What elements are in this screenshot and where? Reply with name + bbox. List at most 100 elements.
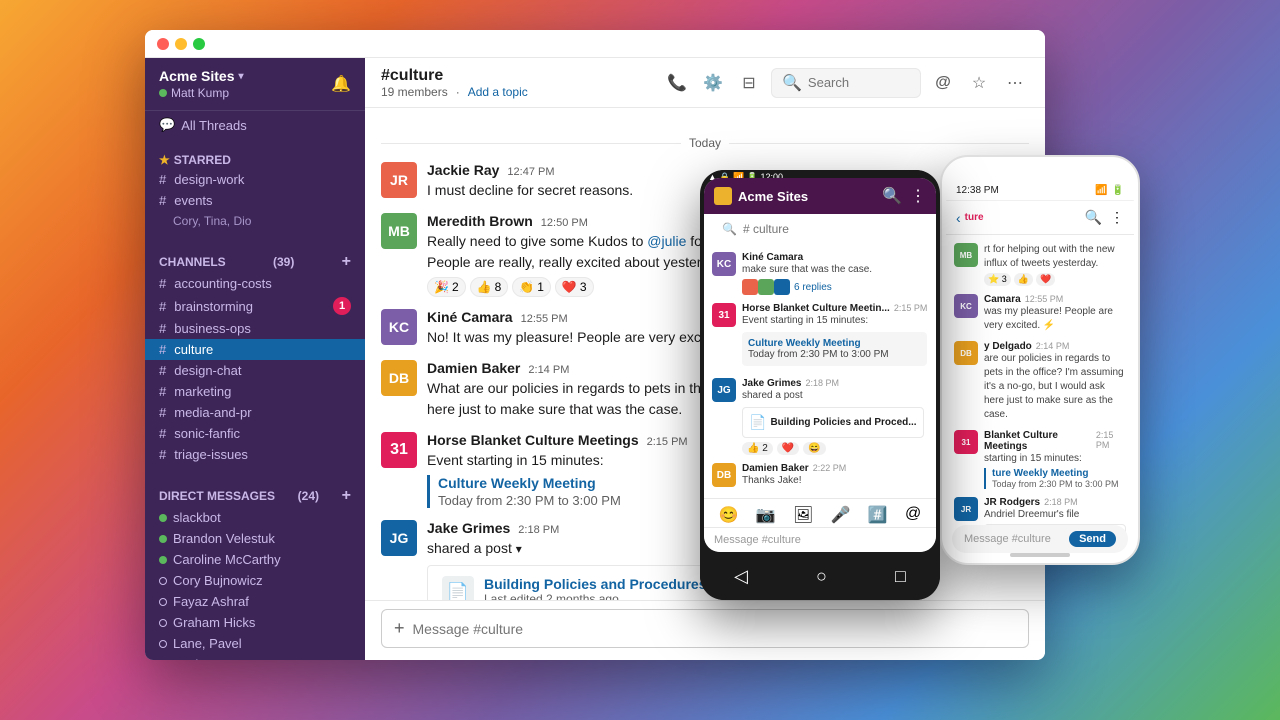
- mention-link[interactable]: @julie: [647, 233, 686, 249]
- android-reaction-heart[interactable]: ❤️: [777, 442, 799, 455]
- sidebar-item-accounting-costs[interactable]: # accounting-costs: [145, 273, 365, 294]
- android-time: 2:15 PM: [894, 303, 928, 313]
- mic-icon[interactable]: 🎤: [831, 505, 851, 525]
- attach-icon[interactable]: +: [394, 618, 405, 639]
- ios-app-header: ‹ ture 🔍 ⋮: [946, 201, 1134, 235]
- add-topic-button[interactable]: Add a topic: [468, 85, 528, 99]
- dm-fayaz[interactable]: Fayaz Ashraf: [145, 591, 365, 612]
- ios-msg-text: rt for helping out with the new influx o…: [984, 243, 1126, 271]
- dm-lane[interactable]: Lane, Pavel: [145, 633, 365, 654]
- reaction-thumbs[interactable]: 👍 8: [470, 277, 509, 297]
- ios-reaction[interactable]: ❤️: [1036, 273, 1055, 286]
- sidebar-item-sonic-fanfic[interactable]: # sonic-fanfic: [145, 423, 365, 444]
- camera-icon[interactable]: 📷: [756, 505, 776, 525]
- ios-reaction[interactable]: ⭐ 3: [984, 273, 1011, 286]
- mention-icon[interactable]: #️⃣: [868, 505, 888, 525]
- hash-icon: #: [159, 172, 166, 187]
- at-icon[interactable]: @: [929, 69, 957, 97]
- member-count[interactable]: 19 members: [381, 85, 448, 99]
- message-input-box[interactable]: +: [381, 609, 1029, 648]
- android-search-icon[interactable]: 🔍: [882, 186, 902, 206]
- sidebar-item-business-ops[interactable]: # business-ops: [145, 318, 365, 339]
- ios-input-bar[interactable]: Message #culture Send: [952, 525, 1128, 553]
- ios-more-icon[interactable]: ⋮: [1110, 209, 1124, 226]
- sidebar-item-culture[interactable]: # culture: [145, 339, 365, 360]
- starred-section-header[interactable]: ★ STARRED: [145, 147, 365, 169]
- sidebar-item-marketing[interactable]: # marketing: [145, 381, 365, 402]
- hash-icon: #: [159, 405, 166, 420]
- reaction-heart[interactable]: ❤️ 3: [555, 277, 594, 297]
- dm-name: Fayaz Ashraf: [173, 594, 249, 609]
- android-home-icon[interactable]: ○: [816, 566, 827, 587]
- search-input[interactable]: [808, 75, 910, 90]
- dm-cory[interactable]: Cory Bujnowicz: [145, 570, 365, 591]
- android-back-icon[interactable]: ◁: [734, 566, 748, 587]
- dm-caroline[interactable]: Caroline McCarthy: [145, 549, 365, 570]
- phone-icon[interactable]: 📞: [663, 69, 691, 97]
- reply-count[interactable]: 6 replies: [794, 282, 832, 293]
- android-input-placeholder: Message #culture: [714, 534, 801, 546]
- dm-mari[interactable]: Mari Ju: [145, 654, 365, 660]
- android-reaction-thumbs[interactable]: 👍 2: [742, 442, 773, 455]
- android-msg-text: Thanks Jake!: [742, 474, 846, 488]
- message-input[interactable]: [413, 621, 1016, 637]
- ios-avatar-blanket: 31: [954, 430, 978, 454]
- android-input-bar: Message #culture: [704, 527, 936, 552]
- sidebar-item-triage-issues[interactable]: # triage-issues: [145, 444, 365, 465]
- dm-graham[interactable]: Graham Hicks: [145, 612, 365, 633]
- ios-home-button[interactable]: [1010, 553, 1070, 557]
- ios-meredith-content: rt for helping out with the new influx o…: [984, 243, 1126, 286]
- android-recent-icon[interactable]: □: [895, 566, 906, 587]
- sidebar-item-events[interactable]: # events: [145, 190, 365, 211]
- sidebar-item-design-chat[interactable]: # design-chat: [145, 360, 365, 381]
- post-icon: 📄: [442, 576, 474, 600]
- layout-icon[interactable]: ⊟: [735, 69, 763, 97]
- ios-camara-content: Camara 12:55 PM was my pleasure! People …: [984, 294, 1126, 333]
- star-icon[interactable]: ☆: [965, 69, 993, 97]
- all-threads-label: All Threads: [181, 118, 247, 133]
- android-channel-search[interactable]: [743, 222, 918, 236]
- add-dm-icon[interactable]: +: [342, 487, 351, 505]
- workspace-name[interactable]: Acme Sites ▾: [159, 68, 244, 84]
- dm-brandon[interactable]: Brandon Velestuk: [145, 528, 365, 549]
- hash-icon: #: [159, 426, 166, 441]
- more-icon[interactable]: ⋯: [1001, 69, 1029, 97]
- android-search-row[interactable]: 🔍: [714, 218, 926, 240]
- at-sign-icon[interactable]: @: [905, 505, 921, 525]
- event-title-link[interactable]: Culture Weekly Meeting: [438, 475, 596, 491]
- sidebar-item-media-and-pr[interactable]: # media-and-pr: [145, 402, 365, 423]
- channels-section-header[interactable]: CHANNELS (39) +: [145, 247, 365, 273]
- ios-back-icon[interactable]: ‹: [956, 210, 961, 226]
- reaction-party[interactable]: 🎉 2: [427, 277, 466, 297]
- emoji-icon[interactable]: 😊: [719, 505, 739, 525]
- dm-name: Cory Bujnowicz: [173, 573, 263, 588]
- ios-reaction[interactable]: 👍: [1014, 273, 1033, 286]
- settings-icon[interactable]: ⚙️: [699, 69, 727, 97]
- sidebar-item-brainstorming[interactable]: # brainstorming 1: [145, 294, 365, 318]
- android-event-content: Horse Blanket Culture Meetin... 2:15 PM …: [742, 303, 927, 370]
- ios-search-icon[interactable]: 🔍: [1085, 209, 1102, 226]
- all-threads-item[interactable]: 💬 All Threads: [145, 111, 365, 139]
- ios-time: 2:15 PM: [1096, 430, 1126, 450]
- maximize-button[interactable]: [193, 38, 205, 50]
- channels-count-label: (39): [273, 255, 294, 269]
- sidebar-item-design-work[interactable]: # design-work: [145, 169, 365, 190]
- search-box[interactable]: 🔍: [771, 68, 921, 98]
- android-workspace-name: Acme Sites: [714, 187, 808, 205]
- dm-name: Lane, Pavel: [173, 636, 242, 651]
- android-more-icon[interactable]: ⋮: [910, 186, 926, 206]
- reaction-clap[interactable]: 👏 1: [512, 277, 551, 297]
- android-doc-icon: 📄: [749, 414, 766, 431]
- minimize-button[interactable]: [175, 38, 187, 50]
- ios-send-button[interactable]: Send: [1069, 531, 1116, 547]
- offline-status-icon: [159, 619, 167, 627]
- close-button[interactable]: [157, 38, 169, 50]
- ios-header-left: ‹ ture: [956, 210, 984, 226]
- notifications-icon[interactable]: 🔔: [331, 74, 351, 94]
- android-time: 2:18 PM: [806, 378, 840, 388]
- image-icon[interactable]: 🖼: [793, 505, 813, 525]
- dm-slackbot[interactable]: slackbot: [145, 507, 365, 528]
- add-channel-icon[interactable]: +: [342, 253, 351, 271]
- android-reaction-smile[interactable]: 😄: [803, 442, 825, 455]
- dm-section-header[interactable]: DIRECT MESSAGES (24) +: [145, 481, 365, 507]
